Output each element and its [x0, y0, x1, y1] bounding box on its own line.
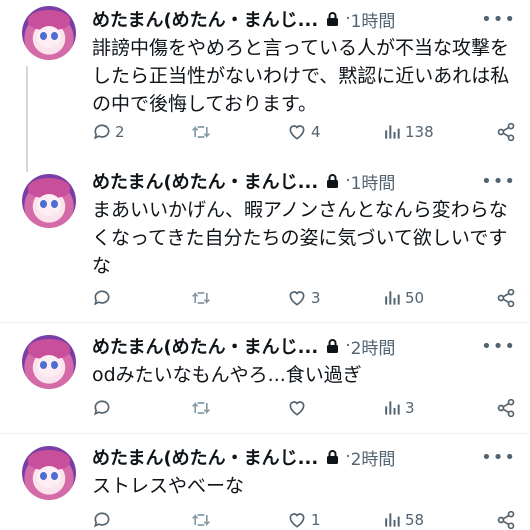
share-icon	[496, 510, 516, 530]
tweet-text: まあいいかげん、暇アノンさんとなんら変わらなくなってきた自分たちの姿に気づいて欲…	[92, 199, 508, 277]
like-count: 4	[311, 123, 321, 141]
reply-button[interactable]: 2	[92, 122, 125, 142]
more-icon[interactable]: •••	[481, 171, 516, 192]
timestamp[interactable]: 2時間	[351, 334, 396, 359]
like-icon	[286, 122, 308, 142]
avatar[interactable]	[22, 174, 76, 228]
display-name[interactable]: めたまん(めたん・まんじ...	[92, 6, 318, 32]
views-count: 50	[405, 289, 425, 307]
like-count: 3	[311, 289, 321, 307]
avatar[interactable]	[22, 6, 76, 60]
share-button[interactable]	[496, 288, 516, 308]
views-count: 138	[405, 123, 434, 141]
reply-icon	[92, 510, 112, 530]
display-name[interactable]: めたまん(めたん・まんじ...	[92, 333, 318, 359]
reply-button[interactable]	[92, 398, 115, 418]
like-button[interactable]: 4	[286, 122, 321, 142]
retweet-button[interactable]	[190, 398, 215, 418]
like-button[interactable]: 3	[286, 288, 321, 308]
like-button[interactable]: 1	[286, 510, 321, 530]
share-button[interactable]	[496, 122, 516, 142]
views-button[interactable]: 3	[382, 398, 415, 418]
divider	[0, 322, 530, 323]
share-icon	[496, 288, 516, 308]
tweet-text: 誹謗中傷をやめろと言っている人が不当な攻撃をしたら正当性がないわけで、黙認に近い…	[92, 37, 510, 115]
share-button[interactable]	[496, 510, 516, 530]
like-button[interactable]	[286, 398, 311, 418]
like-icon	[286, 288, 308, 308]
retweet-button[interactable]	[190, 288, 215, 308]
avatar[interactable]	[22, 446, 76, 500]
views-icon	[382, 398, 402, 418]
retweet-icon	[190, 398, 212, 418]
retweet-button[interactable]	[190, 122, 215, 142]
views-button[interactable]: 138	[382, 122, 434, 142]
display-name[interactable]: めたまん(めたん・まんじ...	[92, 168, 318, 194]
divider	[0, 433, 530, 434]
like-icon	[286, 398, 308, 418]
views-icon	[382, 288, 402, 308]
retweet-icon	[190, 510, 212, 530]
retweet-icon	[190, 288, 212, 308]
views-count: 3	[405, 399, 415, 417]
lock-icon	[326, 173, 339, 189]
reply-button[interactable]	[92, 510, 115, 530]
reply-icon	[92, 398, 112, 418]
lock-icon	[326, 449, 339, 465]
more-icon[interactable]: •••	[481, 447, 516, 468]
reply-button[interactable]	[92, 288, 115, 308]
views-button[interactable]: 58	[382, 510, 424, 530]
more-icon[interactable]: •••	[481, 336, 516, 357]
reply-icon	[92, 122, 112, 142]
retweet-icon	[190, 122, 212, 142]
tweet-text: odみたいなもんやろ...食い過ぎ	[92, 364, 362, 386]
views-button[interactable]: 50	[382, 288, 424, 308]
thread-connector	[26, 66, 28, 172]
display-name[interactable]: めたまん(めたん・まんじ...	[92, 444, 318, 470]
share-icon	[496, 122, 516, 142]
tweet-text: ストレスやべーな	[92, 475, 245, 497]
reply-count: 2	[115, 123, 125, 141]
retweet-button[interactable]	[190, 510, 215, 530]
lock-icon	[326, 11, 339, 27]
lock-icon	[326, 338, 339, 354]
timestamp[interactable]: 1時間	[351, 7, 396, 32]
share-icon	[496, 398, 516, 418]
views-icon	[382, 510, 402, 530]
views-icon	[382, 122, 402, 142]
avatar[interactable]	[22, 335, 76, 389]
share-button[interactable]	[496, 398, 516, 418]
timestamp[interactable]: 2時間	[351, 445, 396, 470]
reply-icon	[92, 288, 112, 308]
timestamp[interactable]: 1時間	[351, 169, 396, 194]
more-icon[interactable]: •••	[481, 9, 516, 30]
like-count: 1	[311, 511, 321, 529]
views-count: 58	[405, 511, 425, 529]
like-icon	[286, 510, 308, 530]
